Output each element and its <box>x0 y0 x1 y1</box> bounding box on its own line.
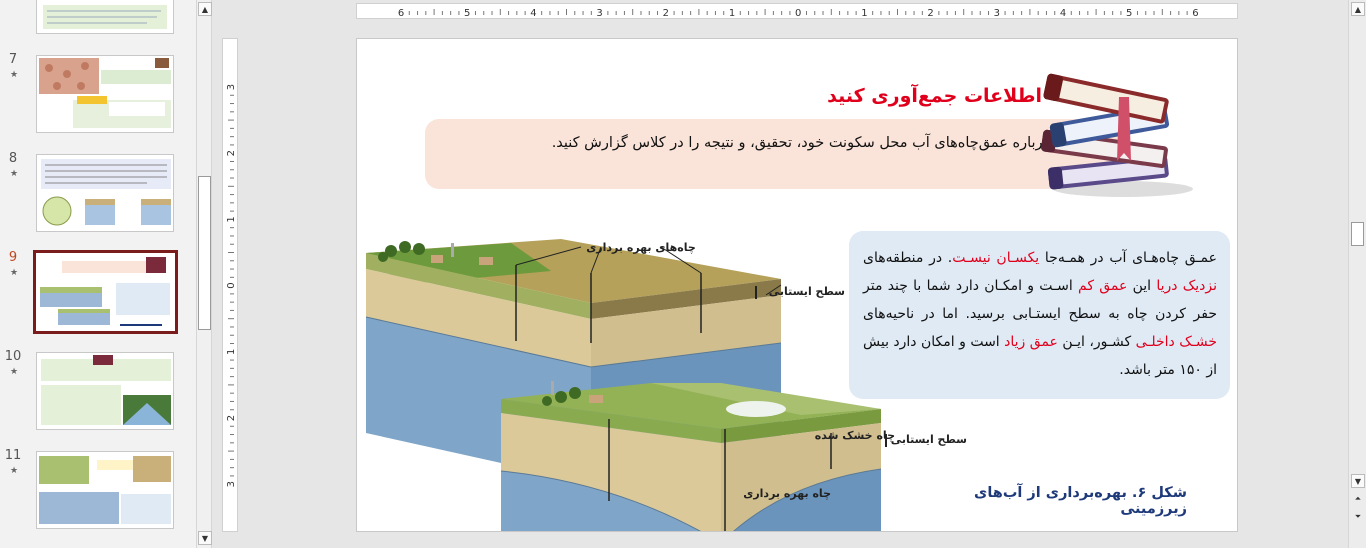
animation-star-icon: ★ <box>9 169 19 179</box>
slide-thumbnail-10[interactable] <box>36 352 174 430</box>
instruction-text: درباره عمق‌چاه‌های آب محل سکونت خود، تحق… <box>551 135 1049 151</box>
highlight-near-sea: نزدیک دریا <box>1156 278 1217 294</box>
ruler-label: 6 <box>1192 8 1198 19</box>
vertical-ruler-ticks: 3 2 1 0 1 2 3 <box>226 84 237 488</box>
ruler-label: 3 <box>226 481 237 487</box>
ruler-label: 1 <box>226 349 237 355</box>
explanation-part-1: عمـق چاه‌هـای آب در همـه‌جا <box>1039 250 1217 266</box>
slide-thumbnail-11[interactable] <box>36 451 174 529</box>
water-table-label-upper: سطح ایستابی <box>768 285 845 298</box>
animation-star-icon: ★ <box>9 466 19 476</box>
water-table-pointer-upper <box>755 286 757 299</box>
animation-star-icon: ★ <box>9 70 19 80</box>
slide-thumbnail-panel: 7 ★ 8 ★ 9 ★ 10 ★ 11 ★ <box>0 0 196 548</box>
animation-star-icon: ★ <box>9 367 19 377</box>
slide-editing-area: 6 5 4 3 2 1 0 1 2 3 4 5 6 3 2 1 0 1 2 3 اطلاعات جمع‌آوری ک… <box>214 0 1344 548</box>
water-table-pointer-lower <box>885 434 887 447</box>
ruler-label: 5 <box>464 8 470 19</box>
ruler-label: 4 <box>530 8 536 19</box>
slide-number-11: 11 <box>4 448 22 463</box>
ruler-label: 6 <box>398 8 404 19</box>
highlight-shallow: عمق کم <box>1078 278 1128 294</box>
ruler-label: 3 <box>226 84 237 90</box>
slide-10-preview <box>41 355 171 425</box>
figure-caption: شکل ۶. بهره‌برداری از آب‌های زیرزمینی <box>974 485 1187 517</box>
highlight-not-equal: یکسـان نیسـت <box>952 250 1040 266</box>
slide-scroll-thumb[interactable] <box>1351 222 1364 246</box>
groundwater-diagram <box>365 239 882 531</box>
horizontal-ruler[interactable]: 6 5 4 3 2 1 0 1 2 3 4 5 6 <box>356 3 1238 19</box>
slide-number-10: 10 <box>4 349 22 364</box>
exploit-well-label: چاه بهره برداری <box>743 487 831 500</box>
instruction-box <box>425 119 1125 189</box>
slide-thumbnail-6[interactable] <box>36 0 174 34</box>
scroll-down-arrow-icon[interactable]: ▼ <box>198 531 212 545</box>
next-slide-icon[interactable]: ⏷ <box>1351 510 1365 524</box>
highlight-deep: عمق زیاد <box>1004 334 1058 350</box>
slide-scrollbar[interactable]: ▲ ▼ ⏶ ⏷ <box>1348 0 1366 548</box>
explanation-part-3: این <box>1127 278 1157 294</box>
lower-terrain-block <box>500 381 882 531</box>
animation-star-icon: ★ <box>9 268 19 278</box>
wells-label: چاه‌های بهره برداری <box>586 241 696 254</box>
ruler-label: 3 <box>994 8 1000 19</box>
slide-number-7: 7 <box>8 52 18 67</box>
slide-11-preview <box>39 456 171 524</box>
explanation-part-5: کشـور، ایـن <box>1057 334 1136 350</box>
slide-7-preview <box>39 58 171 128</box>
dry-well-label: چاه خشک شده <box>814 429 895 442</box>
vertical-ruler[interactable]: 3 2 1 0 1 2 3 <box>222 38 238 532</box>
ruler-label: 2 <box>226 150 237 156</box>
ruler-label: 3 <box>596 8 602 19</box>
ruler-label: 1 <box>226 216 237 222</box>
slide-number-8: 8 <box>8 151 18 166</box>
ruler-label: 0 <box>795 8 801 19</box>
slide-9-preview <box>40 257 170 326</box>
ruler-label: 2 <box>663 8 669 19</box>
ruler-label: 1 <box>729 8 735 19</box>
thumbnail-scroll-thumb[interactable] <box>198 176 211 330</box>
horizontal-ruler-ticks: 6 5 4 3 2 1 0 1 2 3 4 5 6 <box>398 8 1199 19</box>
ruler-label: 0 <box>226 282 237 288</box>
slide-canvas[interactable]: اطلاعات جمع‌آوری کنید درباره عمق‌چاه‌های… <box>356 38 1238 532</box>
slide-6-preview <box>43 5 167 29</box>
powerpoint-window: 7 ★ 8 ★ 9 ★ 10 ★ 11 ★ ▲ ▼ 6 5 4 3 2 1 0 … <box>0 0 1366 548</box>
scroll-up-arrow-icon[interactable]: ▲ <box>1351 2 1365 16</box>
ruler-label: 4 <box>1060 8 1066 19</box>
scroll-up-arrow-icon[interactable]: ▲ <box>198 2 212 16</box>
slide-thumbnail-8[interactable] <box>36 154 174 232</box>
previous-slide-icon[interactable]: ⏶ <box>1351 492 1365 506</box>
slide-number-9: 9 <box>8 250 18 265</box>
slide-8-preview <box>41 159 171 226</box>
books-icon <box>1041 73 1193 197</box>
water-table-label-lower: سطح ایستابی <box>890 433 967 446</box>
activity-heading: اطلاعات جمع‌آوری کنید <box>827 85 1042 107</box>
ruler-label: 2 <box>226 415 237 421</box>
ruler-label: 1 <box>861 8 867 19</box>
ruler-label: 5 <box>1126 8 1132 19</box>
slide-thumbnail-9-selected[interactable] <box>33 250 178 334</box>
slide-thumbnail-7[interactable] <box>36 55 174 133</box>
thumbnail-scrollbar[interactable]: ▲ ▼ <box>196 0 212 548</box>
highlight-dry-inland: خشـک داخلـی <box>1135 334 1217 350</box>
ruler-label: 2 <box>927 8 933 19</box>
scroll-down-arrow-icon[interactable]: ▼ <box>1351 474 1365 488</box>
